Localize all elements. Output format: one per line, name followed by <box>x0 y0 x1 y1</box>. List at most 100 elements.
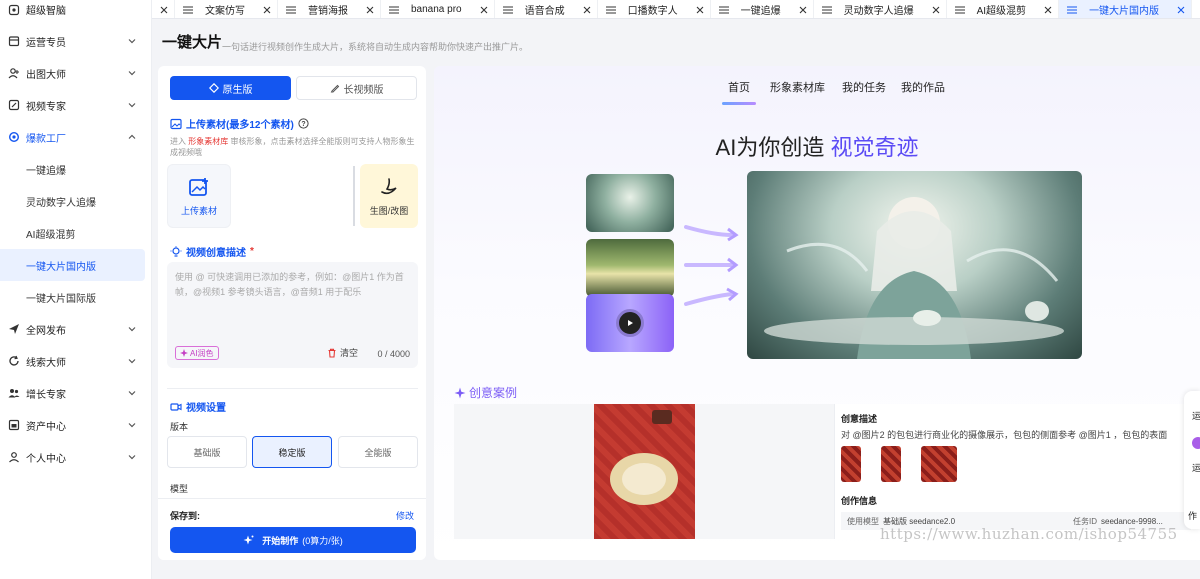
start-create-button[interactable]: 开始制作 (0算力/张) <box>170 527 416 553</box>
sidebar-item-image-master[interactable]: 出图大师 <box>0 57 151 89</box>
menu-icon <box>183 6 193 13</box>
brain-icon <box>8 4 20 16</box>
mode-long-video-button[interactable]: 长视频版 <box>296 76 417 100</box>
result-preview-image <box>747 171 1082 359</box>
tab-one-click-hit[interactable]: 一键追爆 <box>711 0 814 18</box>
chevron-down-icon <box>128 39 136 44</box>
tab-digital-human[interactable]: 口播数字人 <box>598 0 711 18</box>
tab-voice-synthesis[interactable]: 语音合成 <box>495 0 598 18</box>
sidebar-item-operator[interactable]: 运营专员 <box>0 25 151 57</box>
menu-icon <box>389 6 399 13</box>
required-mark: * <box>250 246 254 257</box>
sidebar-item-publish[interactable]: 全网发布 <box>0 313 151 345</box>
floating-toolbar[interactable]: 运 运 作 <box>1184 391 1200 529</box>
asset-library-link[interactable]: 形象素材库 <box>188 137 228 146</box>
chevron-down-icon <box>128 455 136 460</box>
help-icon[interactable]: ? <box>298 118 309 129</box>
chevron-down-icon <box>128 71 136 76</box>
sidebar-sub-one-click-hit[interactable]: 一键追爆 <box>0 153 151 185</box>
svg-text:?: ? <box>301 121 305 128</box>
chevron-up-icon <box>128 134 136 139</box>
generate-image-button[interactable]: 生图/改图 <box>360 164 418 228</box>
close-icon[interactable] <box>1044 6 1052 14</box>
sparkle-icon <box>180 349 188 357</box>
ai-polish-button[interactable]: AI润色 <box>175 346 219 360</box>
close-icon[interactable] <box>932 6 940 14</box>
upload-hint: 进入 形象素材库 审核形象，点击素材选择全能版则可支持人物形象生成视频哦 <box>170 137 415 157</box>
sidebar-sub-blockbuster-international[interactable]: 一键大片国际版 <box>0 281 151 313</box>
description-textarea[interactable]: 使用 @ 可快速调用已添加的参考，例如：@图片1 作为首帧，@视频1 参考镜头语… <box>167 262 418 368</box>
chevron-down-icon <box>128 423 136 428</box>
video-settings-title: 视频设置 <box>170 399 226 414</box>
action-bar: 保存到: 修改 开始制作 (0算力/张) <box>158 498 426 560</box>
sidebar-item-assets[interactable]: 资产中心 <box>0 409 151 441</box>
arrow-icon <box>684 225 739 242</box>
char-counter: 0 / 4000 <box>377 349 410 359</box>
tab-marketing-poster[interactable]: 营销海报 <box>278 0 381 18</box>
tab-digital-human-hit[interactable]: 灵动数字人追爆 <box>814 0 947 18</box>
showcase-area: 首页 形象素材库 我的任务 我的作品 AI为你创造 视觉奇迹 创意案例 创意描述… <box>434 66 1200 560</box>
image-add-icon <box>189 177 208 196</box>
menu-icon <box>718 6 729 13</box>
tab-blockbuster-domestic[interactable]: 一键大片国内版 <box>1059 0 1193 18</box>
close-icon[interactable] <box>263 6 271 14</box>
nav-home[interactable]: 首页 <box>728 79 750 95</box>
sidebar-item-leads[interactable]: 线索大师 <box>0 345 151 377</box>
sidebar-item-video-expert[interactable]: 视频专家 <box>0 89 151 121</box>
upload-section-title: 上传素材(最多12个素材) ? <box>170 116 309 131</box>
tab-first[interactable] <box>152 0 175 18</box>
tab-ai-mix[interactable]: AI超级混剪 <box>947 0 1060 18</box>
close-icon[interactable] <box>480 6 488 14</box>
version-full-button[interactable]: 全能版 <box>338 436 418 468</box>
sample-image-forest <box>586 239 674 297</box>
tab-banana-pro[interactable]: banana pro <box>381 0 495 18</box>
close-icon[interactable] <box>583 6 591 14</box>
case-ref-thumb[interactable] <box>841 446 861 482</box>
version-stable-button[interactable]: 稳定版 <box>252 436 332 468</box>
upload-material-button[interactable]: 上传素材 <box>167 164 231 228</box>
video-edit-icon <box>8 99 20 111</box>
watermark: https://www.huzhan.com/ishop54755 <box>880 525 1178 543</box>
version-basic-button[interactable]: 基础版 <box>167 436 247 468</box>
nav-active-indicator <box>722 102 756 105</box>
close-icon[interactable] <box>160 6 168 14</box>
modify-link[interactable]: 修改 <box>396 509 414 522</box>
clear-button[interactable]: 清空 <box>327 346 358 359</box>
preview-illustration <box>764 197 1064 359</box>
sidebar-sub-digital-human-hit[interactable]: 灵动数字人追爆 <box>0 185 151 217</box>
bulb-icon <box>170 245 182 257</box>
image-icon <box>170 118 182 129</box>
case-ref-thumb[interactable] <box>921 446 957 482</box>
close-icon[interactable] <box>1177 6 1185 14</box>
case-video-preview[interactable] <box>454 404 834 539</box>
scroll-divider <box>353 166 355 226</box>
sidebar-sub-ai-mix[interactable]: AI超级混剪 <box>0 217 151 249</box>
video-camera-icon <box>170 402 182 411</box>
close-icon[interactable] <box>696 6 704 14</box>
refresh-icon <box>8 355 20 367</box>
user-plus-icon <box>8 67 20 79</box>
sparkle-icon <box>243 535 254 544</box>
sidebar-item-hit-factory[interactable]: 爆款工厂 <box>0 121 151 153</box>
sidebar-sub-blockbuster-domestic[interactable]: 一键大片国内版 <box>0 249 145 281</box>
menu-icon <box>1067 6 1078 13</box>
pen-icon <box>330 84 339 93</box>
chevron-down-icon <box>128 391 136 396</box>
chevron-down-icon <box>128 359 136 364</box>
nav-my-tasks[interactable]: 我的任务 <box>842 79 886 95</box>
sidebar-item-growth[interactable]: 增长专家 <box>0 377 151 409</box>
tab-copywriting[interactable]: 文案仿写 <box>175 0 278 18</box>
close-icon[interactable] <box>366 6 374 14</box>
sidebar-item-personal[interactable]: 个人中心 <box>0 441 151 473</box>
close-icon[interactable] <box>799 6 807 14</box>
content-nav: 首页 形象素材库 我的任务 我的作品 <box>434 79 1200 105</box>
sidebar-item-brain[interactable]: 超级智脑 <box>0 0 151 19</box>
nav-my-works[interactable]: 我的作品 <box>901 79 945 95</box>
case-ref-thumb[interactable] <box>881 446 901 482</box>
case-section-title: 创意案例 <box>454 384 517 401</box>
mode-native-button[interactable]: 原生版 <box>170 76 291 100</box>
sample-image-tea-lady <box>586 174 674 232</box>
case-desc-label: 创意描述 <box>841 414 878 424</box>
save-to-label: 保存到: <box>170 511 200 521</box>
nav-asset-library[interactable]: 形象素材库 <box>770 79 825 95</box>
